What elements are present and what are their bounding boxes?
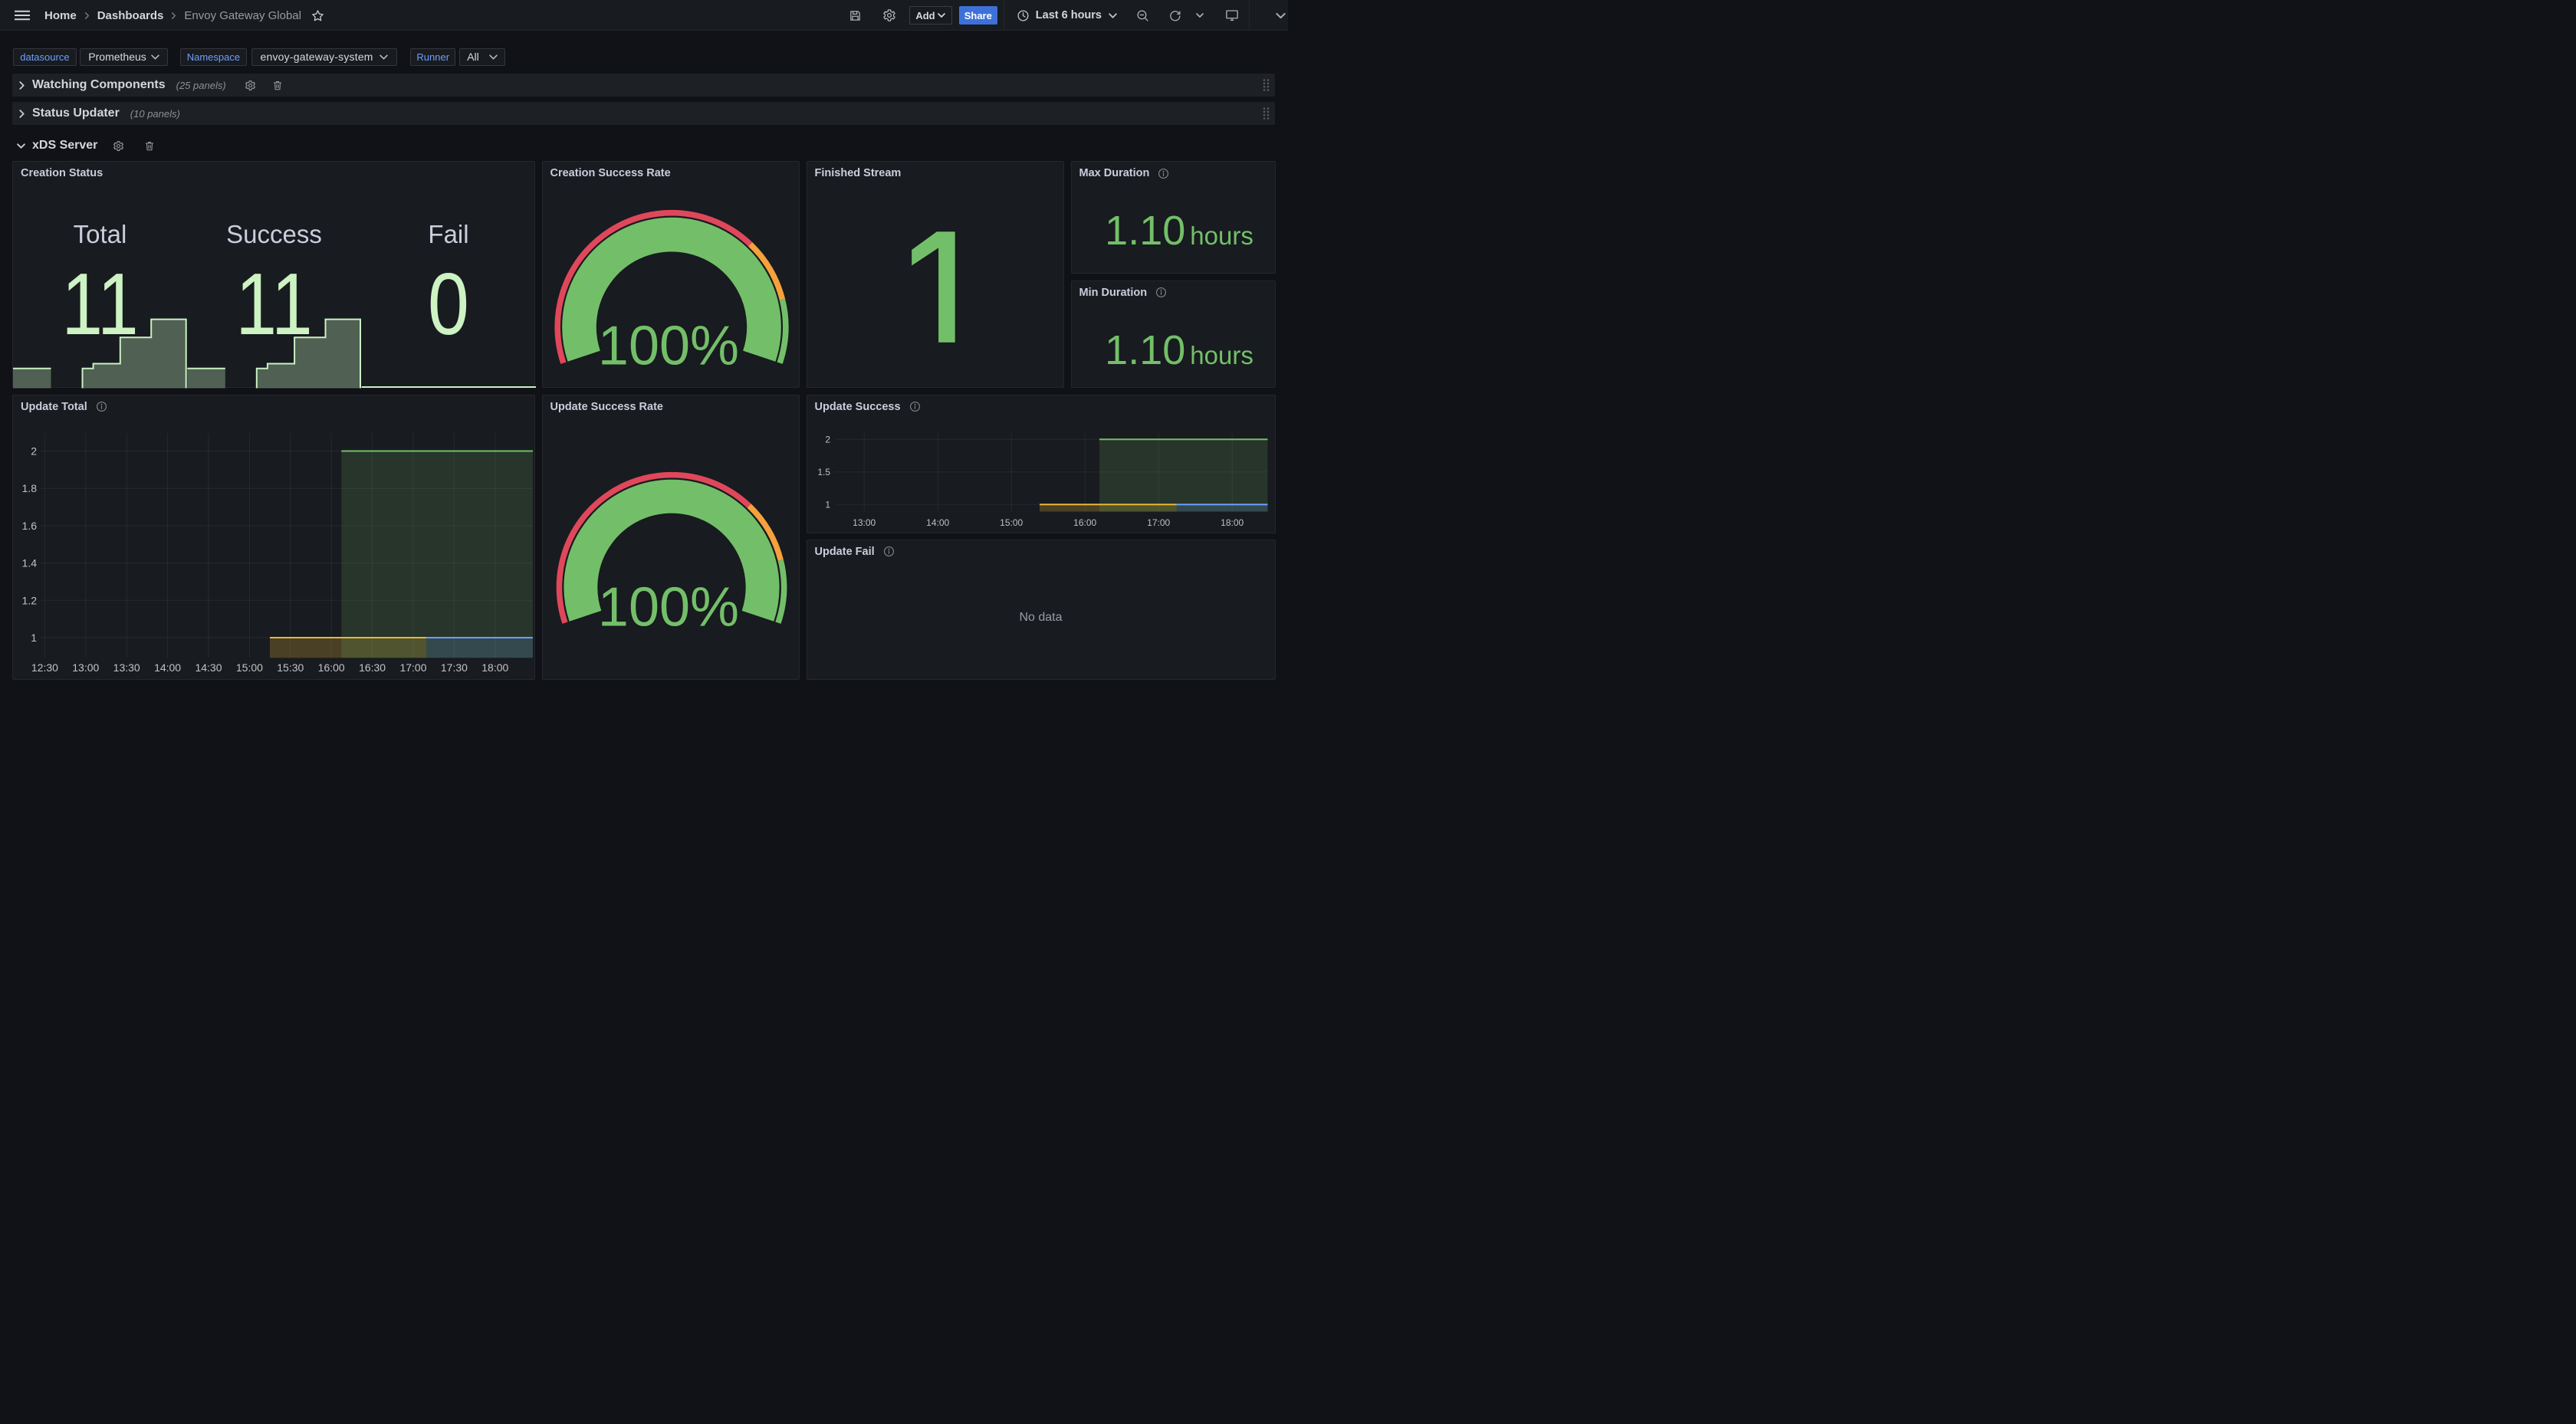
svg-text:16:30: 16:30 (359, 661, 386, 674)
svg-text:14:00: 14:00 (154, 661, 181, 674)
svg-text:14:30: 14:30 (195, 661, 222, 674)
svg-text:1.2: 1.2 (22, 594, 38, 606)
svg-text:15:30: 15:30 (277, 661, 304, 674)
svg-text:13:00: 13:00 (853, 517, 876, 528)
svg-text:17:00: 17:00 (399, 661, 426, 674)
svg-text:18:00: 18:00 (481, 661, 508, 674)
svg-text:1: 1 (31, 632, 37, 644)
svg-text:15:00: 15:00 (236, 661, 263, 674)
svg-text:1: 1 (825, 499, 830, 510)
svg-text:100%: 100% (597, 315, 738, 376)
svg-text:1.4: 1.4 (22, 556, 38, 569)
svg-text:1.5: 1.5 (817, 466, 830, 477)
svg-text:13:30: 13:30 (113, 661, 140, 674)
svg-text:1.8: 1.8 (22, 482, 38, 494)
svg-text:16:00: 16:00 (318, 661, 345, 674)
svg-text:100%: 100% (597, 576, 738, 638)
svg-text:14:00: 14:00 (926, 517, 949, 528)
svg-text:2: 2 (825, 434, 830, 445)
svg-text:13:00: 13:00 (72, 661, 99, 674)
svg-text:1.6: 1.6 (22, 519, 38, 531)
svg-text:15:00: 15:00 (1000, 517, 1023, 528)
svg-text:2: 2 (31, 445, 37, 457)
svg-text:18:00: 18:00 (1221, 517, 1244, 528)
svg-text:16:00: 16:00 (1073, 517, 1096, 528)
svg-text:17:00: 17:00 (1147, 517, 1170, 528)
svg-text:12:30: 12:30 (31, 661, 58, 674)
svg-text:17:30: 17:30 (441, 661, 468, 674)
